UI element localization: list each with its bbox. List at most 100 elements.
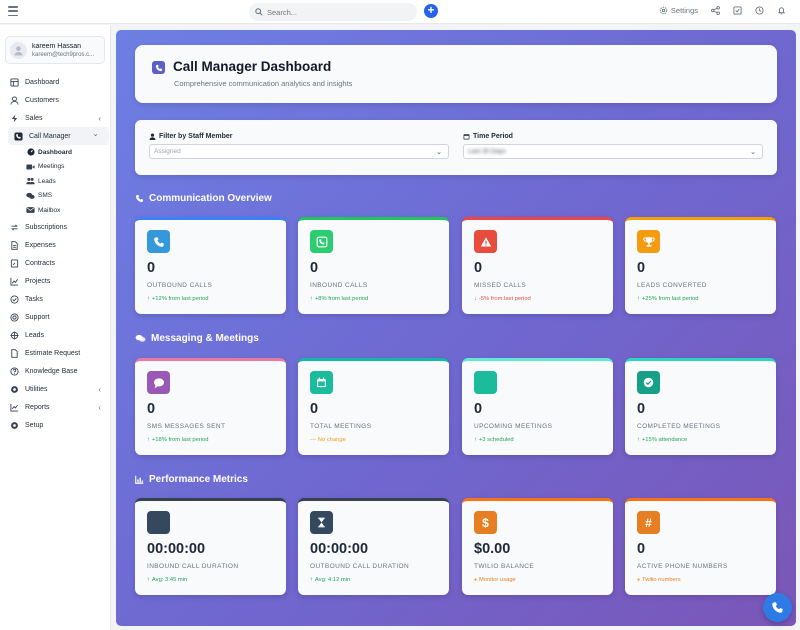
section-performance-metrics: Performance Metrics (135, 474, 248, 485)
gauge-icon (26, 148, 35, 156)
sidebar-item-contracts[interactable]: Contracts (0, 254, 111, 272)
stat-label: INBOUND CALL DURATION (147, 563, 239, 570)
sidebar-item-projects[interactable]: Projects (0, 272, 111, 290)
avatar (10, 41, 27, 59)
gear-icon (10, 385, 19, 394)
staff-filter-label: Filter by Staff Member (149, 133, 449, 140)
user-icon (149, 133, 156, 140)
sidebar-item-sales[interactable]: Sales ‹ (0, 109, 111, 127)
sidebar-item-tasks[interactable]: Tasks (0, 290, 111, 308)
page-subtitle: Comprehensive communication analytics an… (174, 79, 353, 88)
share-icon[interactable] (710, 5, 720, 15)
search-input[interactable] (267, 7, 407, 17)
check-circle-icon (10, 294, 19, 304)
chart-icon (10, 277, 19, 286)
warning-icon (474, 230, 497, 253)
sidebar-item-reports[interactable]: Reports ‹ (0, 398, 111, 416)
sidebar-subitem-sms[interactable]: SMS (0, 189, 111, 204)
sidebar-item-leads[interactable]: Leads (0, 326, 111, 344)
stat-trend: ↑ Avg: 3:45 min (147, 577, 187, 583)
stat-trend-text: Monitor usage (479, 577, 516, 583)
gear-icon (659, 6, 668, 14)
lifebuoy-icon (10, 312, 19, 322)
info-icon: ● (474, 577, 478, 583)
search-box[interactable] (249, 3, 417, 21)
stat-trend: ↑ +8% from last period (310, 296, 368, 302)
sidebar-subitem-dashboard[interactable]: Dashboard (0, 145, 111, 160)
sidebar-item-estimate-request[interactable]: Estimate Request (0, 344, 111, 362)
clock-icon (474, 371, 497, 394)
stat-trend: ↑ +25% from last period (637, 296, 698, 302)
user-name: kareem Hassan (32, 42, 82, 50)
chevron-left-icon: ‹ (98, 403, 101, 412)
sidebar-item-label: Dashboard (25, 78, 60, 86)
bell-icon[interactable] (776, 5, 786, 15)
sidebar: kareem Hassan kareem@tech9pros.c... Dash… (0, 25, 111, 630)
sidebar-subitem-leads[interactable]: Leads (0, 174, 111, 189)
sidebar-subitem-meetings[interactable]: Meetings (0, 160, 111, 175)
phone-icon (772, 602, 783, 613)
sidebar-item-customers[interactable]: Customers (0, 91, 111, 109)
staff-select[interactable]: Assigned ⌄ (149, 144, 449, 159)
sidebar-item-label: Subscriptions (25, 223, 68, 231)
question-icon (10, 366, 19, 376)
sidebar-item-knowledge-base[interactable]: Knowledge Base (0, 362, 111, 380)
user-icon (10, 95, 19, 105)
sidebar-item-call-manager[interactable]: Call Manager ⌄ (8, 127, 109, 145)
stat-trend-text: +15% attendance (641, 437, 688, 443)
settings-link[interactable]: Settings (659, 6, 698, 15)
sidebar-item-label: Utilities (25, 385, 48, 393)
stat-card-active-phone-numbers: #0 ACTIVE PHONE NUMBERS ● Twilio numbers (625, 498, 776, 595)
stat-trend-text: Avg: 3:45 min (151, 577, 188, 583)
menu-icon[interactable] (8, 6, 18, 16)
section-messaging-meetings: Messaging & Meetings (135, 333, 259, 344)
stat-label: UPCOMING MEETINGS (474, 423, 553, 430)
sidebar-item-support[interactable]: Support (0, 308, 111, 326)
stat-value: 0 (147, 401, 156, 417)
stat-trend-text: No change (317, 437, 346, 443)
page-title: Call Manager Dashboard (173, 59, 332, 74)
sidebar-item-utilities[interactable]: Utilities ‹ (0, 380, 111, 398)
clock-icon[interactable] (754, 5, 764, 15)
stat-card-upcoming-meetings: 0 UPCOMING MEETINGS ↑ +3 scheduled (462, 358, 613, 455)
stat-trend: ↑ Avg: 4:12 min (310, 577, 350, 583)
stat-value: 0 (310, 260, 319, 276)
stat-value: 0 (637, 541, 646, 557)
file-icon (10, 240, 19, 250)
gear-icon (10, 421, 19, 430)
period-select[interactable]: Last 30 Days ⌄ (463, 144, 763, 159)
sidebar-item-label: Estimate Request (25, 349, 81, 357)
stat-label: OUTBOUND CALL DURATION (310, 563, 410, 570)
sidebar-item-expenses[interactable]: Expenses (0, 236, 111, 254)
sidebar-item-subscriptions[interactable]: Subscriptions (0, 218, 111, 236)
hash-icon: # (637, 511, 660, 534)
filter-panel: Filter by Staff Member Assigned ⌄ Time P… (135, 120, 777, 175)
sidebar-item-setup[interactable]: Setup (0, 416, 111, 434)
sidebar-item-label: Projects (25, 277, 51, 285)
add-button[interactable]: + (424, 4, 438, 18)
checkbox-icon[interactable] (732, 5, 742, 15)
sidebar-item-dashboard[interactable]: Dashboard (0, 73, 111, 91)
hourglass-icon (310, 511, 333, 534)
stat-card-inbound-call-duration: 00:00:00 INBOUND CALL DURATION ↑ Avg: 3:45 … (135, 498, 286, 595)
sidebar-item-label: Setup (25, 421, 44, 429)
stat-label: COMPLETED MEETINGS (637, 423, 721, 430)
phone-square-icon (310, 230, 333, 253)
sidebar-item-label: Expenses (25, 241, 56, 249)
stat-card-outbound-call-duration: 00:00:00 OUTBOUND CALL DURATION ↑ Avg: 4:12… (298, 498, 449, 595)
sidebar-subitem-mailbox[interactable]: Mailbox (0, 203, 111, 218)
stat-trend-text: +3 scheduled (478, 437, 514, 443)
stat-label: TWILIO BALANCE (474, 563, 535, 570)
arrow-up-icon: ↑ (637, 437, 640, 443)
chevron-left-icon: ‹ (98, 114, 101, 123)
chevron-down-icon: ⌄ (92, 129, 99, 138)
arrow-up-icon: ↑ (147, 437, 150, 443)
mail-icon (26, 206, 35, 214)
arrow-up-icon: ↑ (147, 296, 150, 302)
stat-label: LEADS CONVERTED (637, 282, 707, 289)
contract-icon (10, 258, 19, 268)
user-profile[interactable]: kareem Hassan kareem@tech9pros.c... (5, 36, 105, 64)
sidebar-item-label: Contracts (25, 259, 55, 267)
call-fab-button[interactable] (763, 593, 792, 622)
dollar-icon: $ (474, 511, 497, 534)
